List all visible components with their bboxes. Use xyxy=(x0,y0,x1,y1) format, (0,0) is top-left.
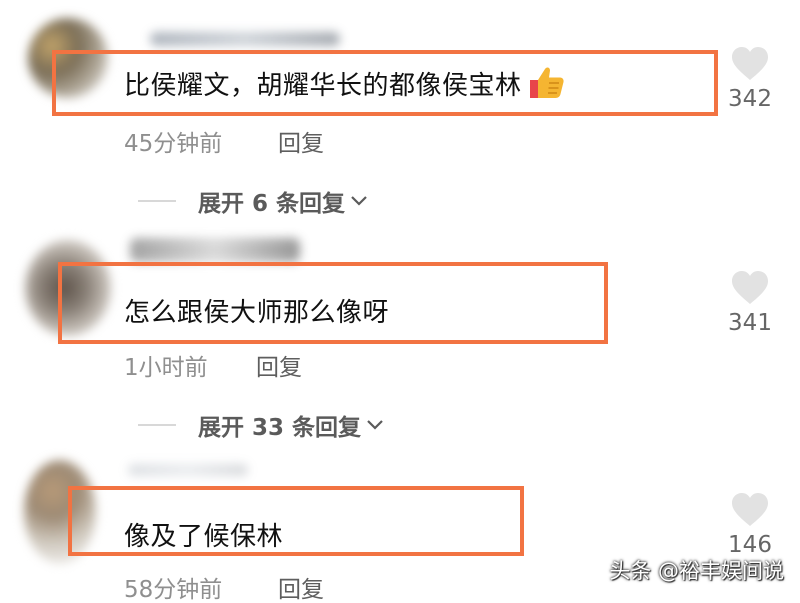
heart-icon xyxy=(732,47,768,80)
comment-time: 1小时前 xyxy=(124,355,208,381)
divider xyxy=(138,200,176,202)
reply-button[interactable]: 回复 xyxy=(278,570,324,603)
comment-text: 怎么跟侯大师那么像呀 xyxy=(124,298,390,328)
like-count: 342 xyxy=(728,86,772,112)
watermark: 头条 @裕丰娱间说 xyxy=(609,559,784,583)
chevron-down-icon xyxy=(365,412,385,438)
chevron-down-icon xyxy=(349,188,369,214)
heart-icon xyxy=(732,493,768,526)
thumbs-up-icon xyxy=(526,64,566,107)
comment-time: 58分钟前 xyxy=(124,577,223,603)
expand-replies-button[interactable]: 展开 33 条回复 xyxy=(138,408,385,442)
comment-list: 比侯耀文，胡耀华长的都像侯宝林 45分钟前 回复 展开 6 条回复 342 怎么… xyxy=(0,0,800,603)
expand-replies-button[interactable]: 展开 6 条回复 xyxy=(138,184,369,218)
like-button[interactable]: 342 xyxy=(720,46,780,112)
like-button[interactable]: 341 xyxy=(720,270,780,336)
comment-time: 45分钟前 xyxy=(124,131,223,157)
like-count: 341 xyxy=(728,310,772,336)
username-blurred[interactable] xyxy=(128,464,248,476)
reply-button[interactable]: 回复 xyxy=(256,348,302,382)
reply-button[interactable]: 回复 xyxy=(278,124,324,158)
heart-icon xyxy=(732,271,768,304)
divider xyxy=(138,424,176,426)
like-button[interactable]: 146 xyxy=(720,492,780,558)
username-blurred[interactable] xyxy=(130,238,300,262)
comment-text: 比侯耀文，胡耀华长的都像侯宝林 xyxy=(124,64,566,107)
username-blurred[interactable] xyxy=(150,32,340,46)
comment-text: 像及了候保林 xyxy=(124,522,284,552)
